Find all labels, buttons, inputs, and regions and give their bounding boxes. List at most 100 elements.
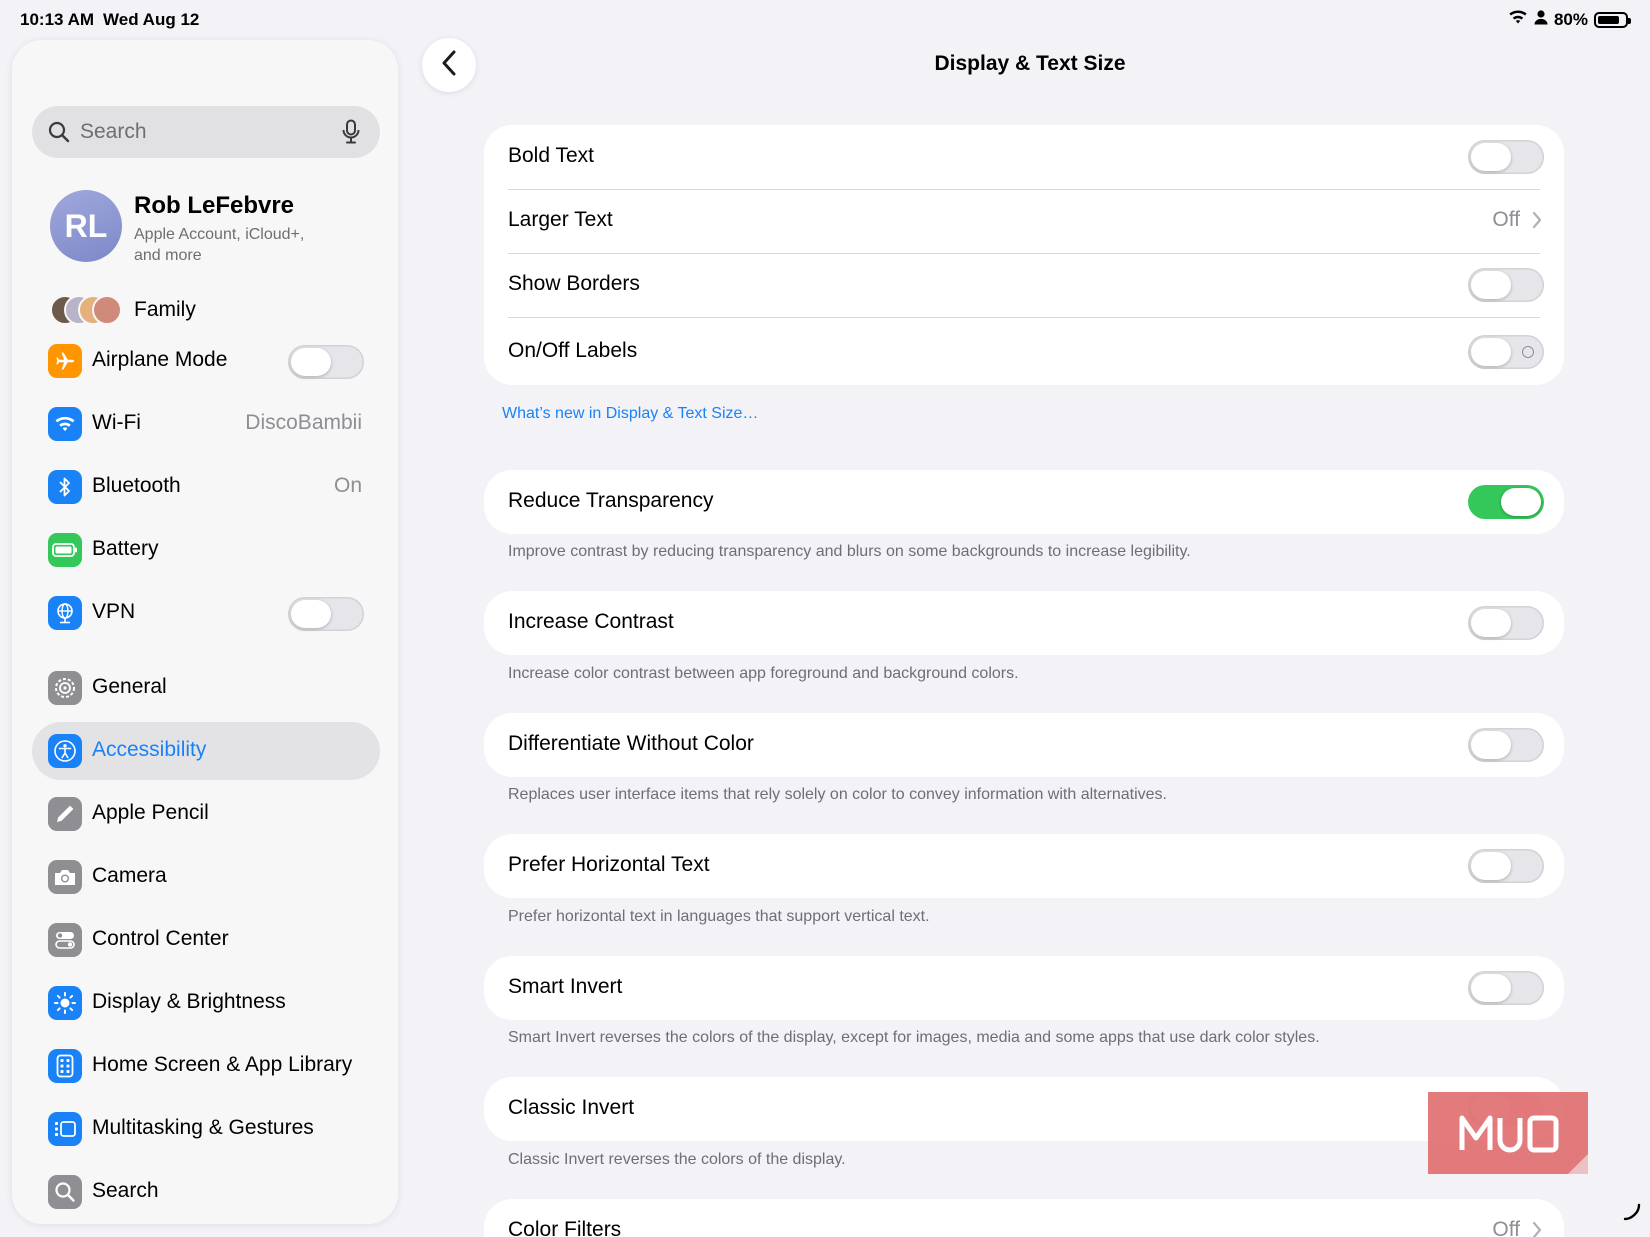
increase-contrast-footnote: Increase color contrast between app fore… <box>508 665 1019 682</box>
gear-icon <box>48 671 82 705</box>
increase-contrast-toggle[interactable] <box>1468 606 1544 640</box>
show-borders-toggle[interactable] <box>1468 268 1544 302</box>
family-row[interactable]: Family <box>50 292 380 328</box>
larger-text-row[interactable]: Larger Text Off <box>484 189 1564 253</box>
reduce-transparency-footnote: Improve contrast by reducing transparenc… <box>508 543 1191 560</box>
family-avatar-4 <box>92 295 122 325</box>
sidebar-item-search[interactable]: Search <box>32 1163 380 1221</box>
bluetooth-icon <box>48 470 82 504</box>
sun-icon <box>48 986 82 1020</box>
sidebar-item-label: Display & Brightness <box>92 990 286 1013</box>
sidebar-item-wifi[interactable]: Wi-Fi DiscoBambii <box>32 395 380 453</box>
row-label: Show Borders <box>508 272 640 295</box>
sidebar-item-home-screen[interactable]: Home Screen & App Library <box>32 1037 380 1095</box>
row-label: Differentiate Without Color <box>508 732 754 755</box>
toggle-track <box>1468 849 1544 883</box>
toggle-knob <box>1471 852 1511 880</box>
sidebar-item-label: Home Screen & App Library <box>92 1053 353 1076</box>
increase-contrast-row[interactable]: Increase Contrast <box>484 591 1564 655</box>
classic-invert-card: Classic Invert <box>484 1077 1564 1141</box>
sidebar-item-label: Search <box>92 1179 159 1202</box>
sidebar-item-label: Control Center <box>92 927 229 950</box>
color-filters-value: Off <box>1492 1218 1520 1237</box>
color-filters-card: Color Filters Off <box>484 1199 1564 1237</box>
sidebar-item-battery[interactable]: Battery <box>32 521 380 579</box>
prefer-horizontal-text-card: Prefer Horizontal Text <box>484 834 1564 898</box>
toggle-track <box>288 345 364 379</box>
bold-text-row[interactable]: Bold Text <box>484 125 1564 189</box>
airplane-icon <box>48 344 82 378</box>
wifi-status-icon <box>1508 9 1528 30</box>
status-bar: 10:13 AM Wed Aug 12 80% <box>0 0 1650 38</box>
wifi-network-value: DiscoBambii <box>245 411 362 434</box>
row-label: On/Off Labels <box>508 339 638 362</box>
accessibility-icon <box>48 734 82 768</box>
sidebar-item-camera[interactable]: Camera <box>32 848 380 906</box>
family-label: Family <box>134 298 196 321</box>
sidebar-item-label: VPN <box>92 600 136 623</box>
smart-invert-toggle[interactable] <box>1468 971 1544 1005</box>
sidebar-item-airplane-mode[interactable]: Airplane Mode <box>32 332 380 390</box>
sidebar-item-general[interactable]: General <box>32 659 380 717</box>
prefer-horizontal-text-footnote: Prefer horizontal text in languages that… <box>508 908 930 925</box>
sidebar-item-bluetooth[interactable]: Bluetooth On <box>32 458 380 516</box>
profile-name: Rob LeFebvre <box>134 192 295 219</box>
toggle-knob <box>1471 731 1511 759</box>
sidebar-item-vpn[interactable]: VPN <box>32 584 380 642</box>
airplane-mode-toggle[interactable] <box>288 345 364 379</box>
row-label: Color Filters <box>508 1218 622 1237</box>
toggle-track <box>1468 268 1544 302</box>
toggle-knob <box>1471 609 1511 637</box>
toggle-track <box>1468 335 1544 369</box>
sidebar-item-accessibility[interactable]: Accessibility <box>32 722 380 780</box>
control-center-icon <box>48 923 82 957</box>
smart-invert-row[interactable]: Smart Invert <box>484 956 1564 1020</box>
sidebar-item-label: Airplane Mode <box>92 348 228 371</box>
differentiate-without-color-footnote: Replaces user interface items that rely … <box>508 786 1167 803</box>
toggle-track <box>1468 140 1544 174</box>
microphone-icon[interactable] <box>342 119 360 150</box>
smart-invert-card: Smart Invert <box>484 956 1564 1020</box>
increase-contrast-card: Increase Contrast <box>484 591 1564 655</box>
family-avatars <box>50 292 122 328</box>
reduce-transparency-row[interactable]: Reduce Transparency <box>484 470 1564 534</box>
toggle-knob <box>1471 338 1511 366</box>
classic-invert-row[interactable]: Classic Invert <box>484 1077 1564 1141</box>
toggle-knob <box>1471 974 1511 1002</box>
toggle-knob <box>1471 271 1511 299</box>
multitasking-icon <box>48 1112 82 1146</box>
differentiate-without-color-toggle[interactable] <box>1468 728 1544 762</box>
sidebar-item-multitasking[interactable]: Multitasking & Gestures <box>32 1100 380 1158</box>
apple-account-row[interactable]: RL Rob LeFebvre Apple Account, iCloud+, … <box>50 190 380 270</box>
person-status-icon <box>1534 9 1548 30</box>
toggle-track <box>1468 485 1544 519</box>
row-label: Prefer Horizontal Text <box>508 853 710 876</box>
row-label: Reduce Transparency <box>508 489 714 512</box>
reduce-transparency-toggle[interactable] <box>1468 485 1544 519</box>
on-off-labels-toggle[interactable] <box>1468 335 1544 369</box>
color-filters-row[interactable]: Color Filters Off <box>484 1199 1564 1237</box>
sidebar-item-apple-pencil[interactable]: Apple Pencil <box>32 785 380 843</box>
differentiate-without-color-card: Differentiate Without Color <box>484 713 1564 777</box>
prefer-horizontal-text-row[interactable]: Prefer Horizontal Text <box>484 834 1564 898</box>
toggle-knob <box>1501 488 1541 516</box>
page-title: Display & Text Size <box>934 52 1126 75</box>
sidebar-item-display-brightness[interactable]: Display & Brightness <box>32 974 380 1032</box>
row-label: Smart Invert <box>508 975 623 998</box>
on-off-labels-row[interactable]: On/Off Labels <box>484 317 1564 385</box>
differentiate-without-color-row[interactable]: Differentiate Without Color <box>484 713 1564 777</box>
back-button[interactable] <box>422 38 476 92</box>
wifi-icon <box>48 407 82 441</box>
sidebar-item-control-center[interactable]: Control Center <box>32 911 380 969</box>
search-field[interactable]: Search <box>32 106 380 158</box>
vpn-toggle[interactable] <box>288 597 364 631</box>
row-label: Bold Text <box>508 144 594 167</box>
prefer-horizontal-text-toggle[interactable] <box>1468 849 1544 883</box>
whats-new-link[interactable]: What’s new in Display & Text Size… <box>502 405 758 423</box>
row-label: Increase Contrast <box>508 610 674 633</box>
status-time: 10:13 AM <box>20 10 95 29</box>
muo-watermark-logo <box>1428 1092 1588 1174</box>
bold-text-toggle[interactable] <box>1468 140 1544 174</box>
show-borders-row[interactable]: Show Borders <box>484 253 1564 317</box>
chevron-right-icon <box>1532 1221 1542 1237</box>
